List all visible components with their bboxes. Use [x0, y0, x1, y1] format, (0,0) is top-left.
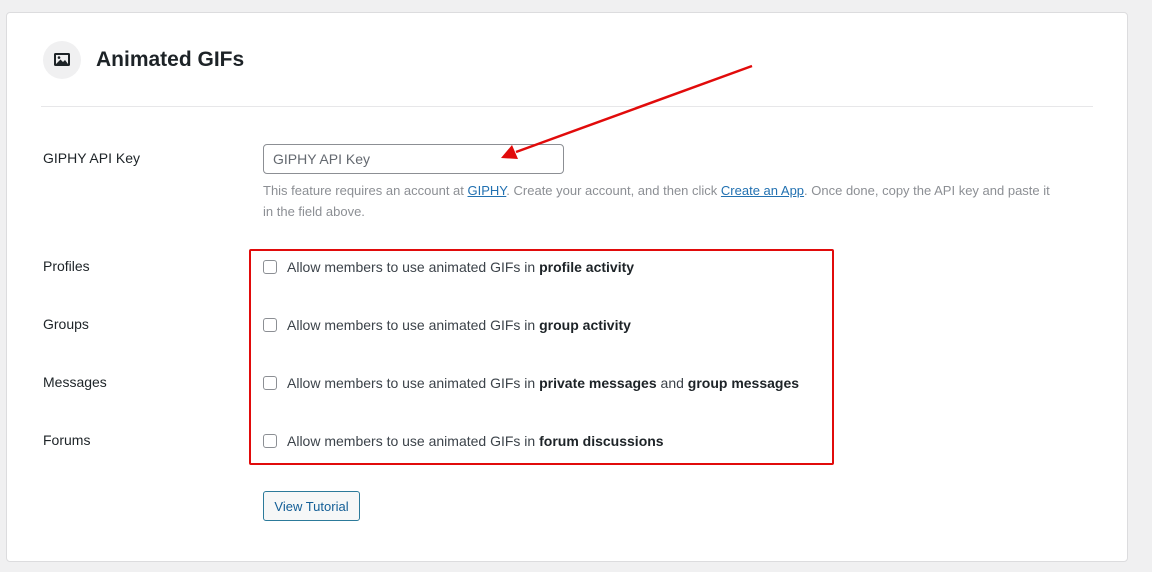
annotation-arrow: [501, 64, 753, 159]
